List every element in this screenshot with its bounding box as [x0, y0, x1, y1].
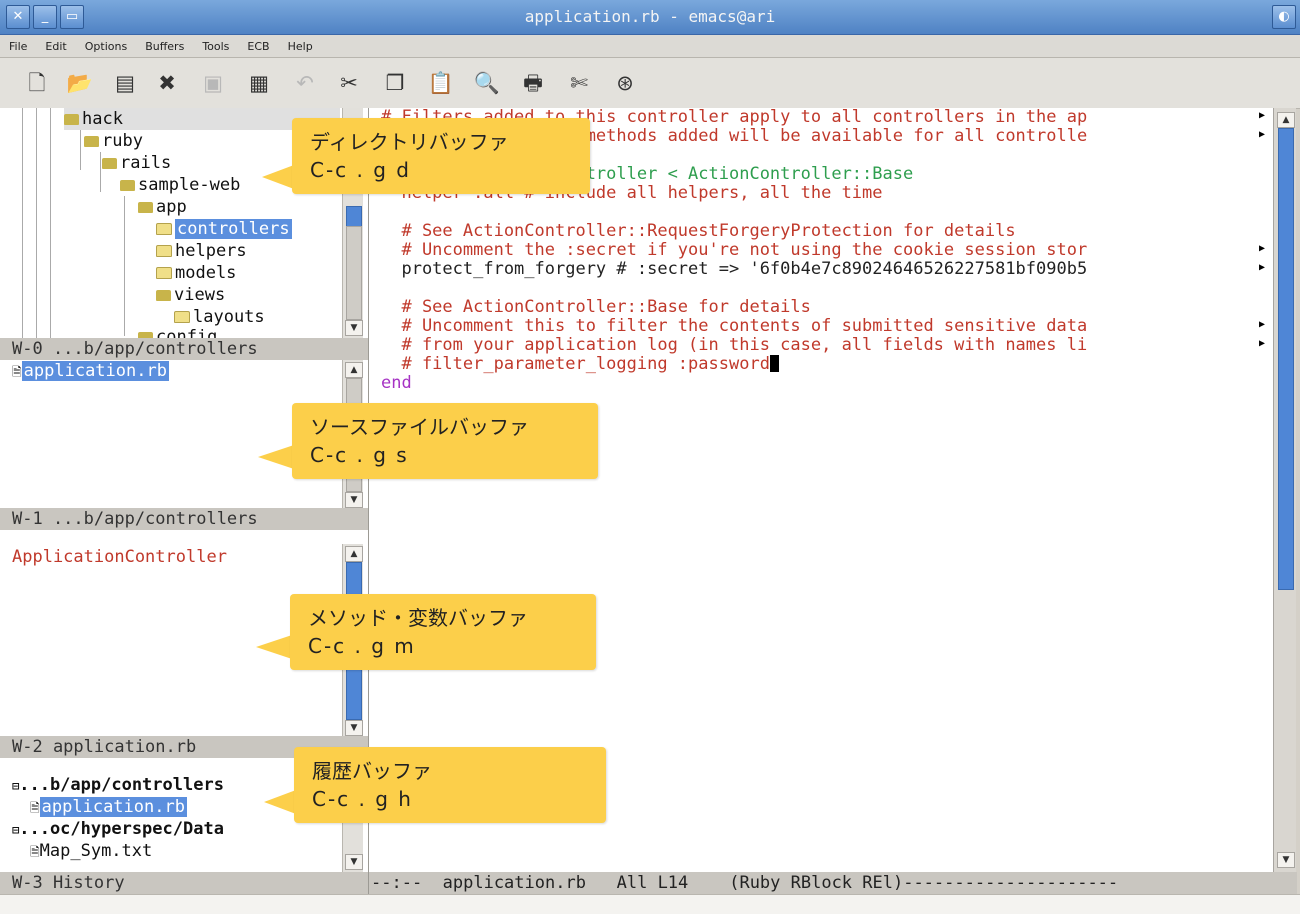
file-icon: 🗎	[30, 845, 40, 859]
menu-bar: File Edit Options Buffers Tools ECB Help	[0, 35, 1300, 58]
print-icon[interactable]: 🖶	[518, 68, 548, 98]
help-icon[interactable]: ⊛	[610, 68, 640, 98]
scroll-down-icon[interactable]: ▼	[345, 492, 363, 508]
callout-sources: ソースファイルバッファ C-c . g s	[292, 403, 598, 479]
copy-icon[interactable]: ❐	[380, 68, 410, 98]
folder-icon	[156, 290, 171, 301]
history-item[interactable]: 🗎 application.rb	[30, 796, 187, 818]
preferences-icon[interactable]: ✄	[564, 68, 594, 98]
folder-icon	[84, 136, 99, 147]
tree-node[interactable]: views	[156, 284, 225, 306]
sources-pane[interactable]: 🗎 application.rb	[0, 360, 340, 508]
scroll-down-icon[interactable]: ▼	[1277, 852, 1295, 868]
toolbar: 🗋 📂 ▤ ✖ ▣ ▦ ↶ ✂ ❐ 📋 🔍 🖶 ✄ ⊛	[0, 58, 1300, 109]
tree-node[interactable]: rails	[102, 152, 171, 174]
tree-node[interactable]: sample-web	[120, 174, 240, 196]
code-line-cursor: # filter_parameter_logging :password	[381, 355, 779, 374]
menu-edit[interactable]: Edit	[36, 36, 75, 58]
window-title: application.rb - emacs@ari	[524, 7, 776, 26]
save-as-icon[interactable]: ▦	[244, 68, 274, 98]
callout-directory: ディレクトリバッファ C-c . g d	[292, 118, 590, 194]
history-modeline: W-3 History	[0, 872, 368, 894]
scroll-track	[346, 226, 362, 320]
scroll-thumb[interactable]	[346, 206, 362, 228]
search-icon[interactable]: 🔍	[472, 68, 502, 98]
scroll-down-icon[interactable]: ▼	[345, 720, 363, 736]
folder-icon	[156, 245, 172, 257]
method-item[interactable]: ApplicationController	[12, 546, 227, 568]
callout-pointer	[256, 635, 292, 659]
folder-icon	[156, 267, 172, 279]
open-folder-icon[interactable]: 📂	[65, 68, 95, 98]
wrap-arrow-icon: ▶	[1259, 338, 1266, 349]
tree-node[interactable]: models	[156, 262, 236, 284]
wrap-arrow-icon: ▶	[1259, 262, 1266, 273]
echo-area[interactable]	[0, 894, 1300, 914]
code-line: # Uncomment this to filter the contents …	[381, 316, 1088, 336]
new-file-icon[interactable]: 🗋	[22, 68, 52, 98]
window-menu-icon[interactable]: ◐	[1272, 5, 1296, 29]
callout-pointer	[258, 445, 294, 469]
history-item[interactable]: 🗎Map_Sym.txt	[30, 840, 152, 862]
scroll-up-icon[interactable]: ▲	[1277, 112, 1295, 128]
sources-modeline: W-1 ...b/app/controllers	[0, 508, 368, 530]
undo-icon[interactable]: ↶	[290, 68, 320, 98]
wrap-arrow-icon: ▶	[1259, 110, 1266, 121]
directory-pane[interactable]: hack ruby rails sample-web app controlle…	[0, 108, 340, 338]
callout-methods: メソッド・変数バッファ C-c . g m	[290, 594, 596, 670]
folder-icon	[102, 158, 117, 169]
tree-node[interactable]: app	[138, 196, 187, 218]
cut-icon[interactable]: ✂	[334, 68, 364, 98]
wrap-arrow-icon: ▶	[1259, 129, 1266, 140]
callout-history: 履歴バッファ C-c . g h	[294, 747, 606, 823]
folder-icon	[156, 223, 172, 235]
editor-modeline: --:-- application.rb All L14 (Ruby RBloc…	[369, 872, 1297, 894]
code-line: # Uncomment the :secret if you're not us…	[381, 240, 1088, 260]
menu-ecb[interactable]: ECB	[238, 36, 278, 58]
wrap-arrow-icon: ▶	[1259, 319, 1266, 330]
folder-icon	[64, 114, 79, 125]
file-icon: 🗎	[30, 801, 40, 815]
code-line: end	[381, 373, 412, 393]
menu-tools[interactable]: Tools	[193, 36, 238, 58]
menu-buffers[interactable]: Buffers	[136, 36, 193, 58]
tree-node-selected[interactable]: controllers	[156, 218, 292, 240]
code-line: protect_from_forgery # :secret => '6f0b4…	[381, 259, 1088, 279]
scroll-down-icon[interactable]: ▼	[345, 854, 363, 870]
history-pane[interactable]: ⊟...b/app/controllers 🗎 application.rb ⊟.…	[0, 774, 340, 870]
folder-icon	[174, 311, 190, 323]
code-line: # from your application log (in this cas…	[381, 335, 1088, 355]
menu-options[interactable]: Options	[76, 36, 136, 58]
source-item[interactable]: 🗎 application.rb	[12, 360, 169, 382]
tree-node[interactable]: config	[138, 326, 217, 338]
menu-file[interactable]: File	[0, 36, 36, 58]
callout-pointer	[264, 790, 296, 814]
history-group[interactable]: ⊟...b/app/controllers	[12, 774, 224, 796]
tree-node[interactable]: layouts	[174, 306, 265, 328]
title-bar: ✕ _ ▭ application.rb - emacs@ari ◐	[0, 0, 1300, 35]
file-icon: 🗎	[12, 365, 22, 379]
callout-pointer	[262, 165, 294, 189]
scroll-thumb[interactable]	[1278, 128, 1294, 590]
menu-help[interactable]: Help	[279, 36, 322, 58]
scroll-up-icon[interactable]: ▲	[345, 546, 363, 562]
tree-node[interactable]: ruby	[84, 130, 143, 152]
code-line: # See ActionController::Base for details	[381, 297, 811, 317]
folder-icon	[120, 180, 135, 191]
scroll-down-icon[interactable]: ▼	[345, 320, 363, 336]
wrap-arrow-icon: ▶	[1259, 243, 1266, 254]
save-icon[interactable]: ▣	[198, 68, 228, 98]
history-group[interactable]: ⊟...oc/hyperspec/Data	[12, 818, 224, 840]
paste-icon[interactable]: 📋	[426, 68, 456, 98]
code-line: # See ActionController::RequestForgeryPr…	[381, 221, 1016, 241]
close-buffer-icon[interactable]: ✖	[152, 68, 182, 98]
folder-icon	[138, 202, 153, 213]
editor-scrollbar[interactable]: ▲ ▼	[1273, 108, 1296, 874]
directory-modeline: W-0 ...b/app/controllers	[0, 338, 368, 360]
text-cursor	[769, 355, 779, 372]
tree-node[interactable]: helpers	[156, 240, 247, 262]
dired-icon[interactable]: ▤	[110, 68, 140, 98]
scroll-up-icon[interactable]: ▲	[345, 362, 363, 378]
